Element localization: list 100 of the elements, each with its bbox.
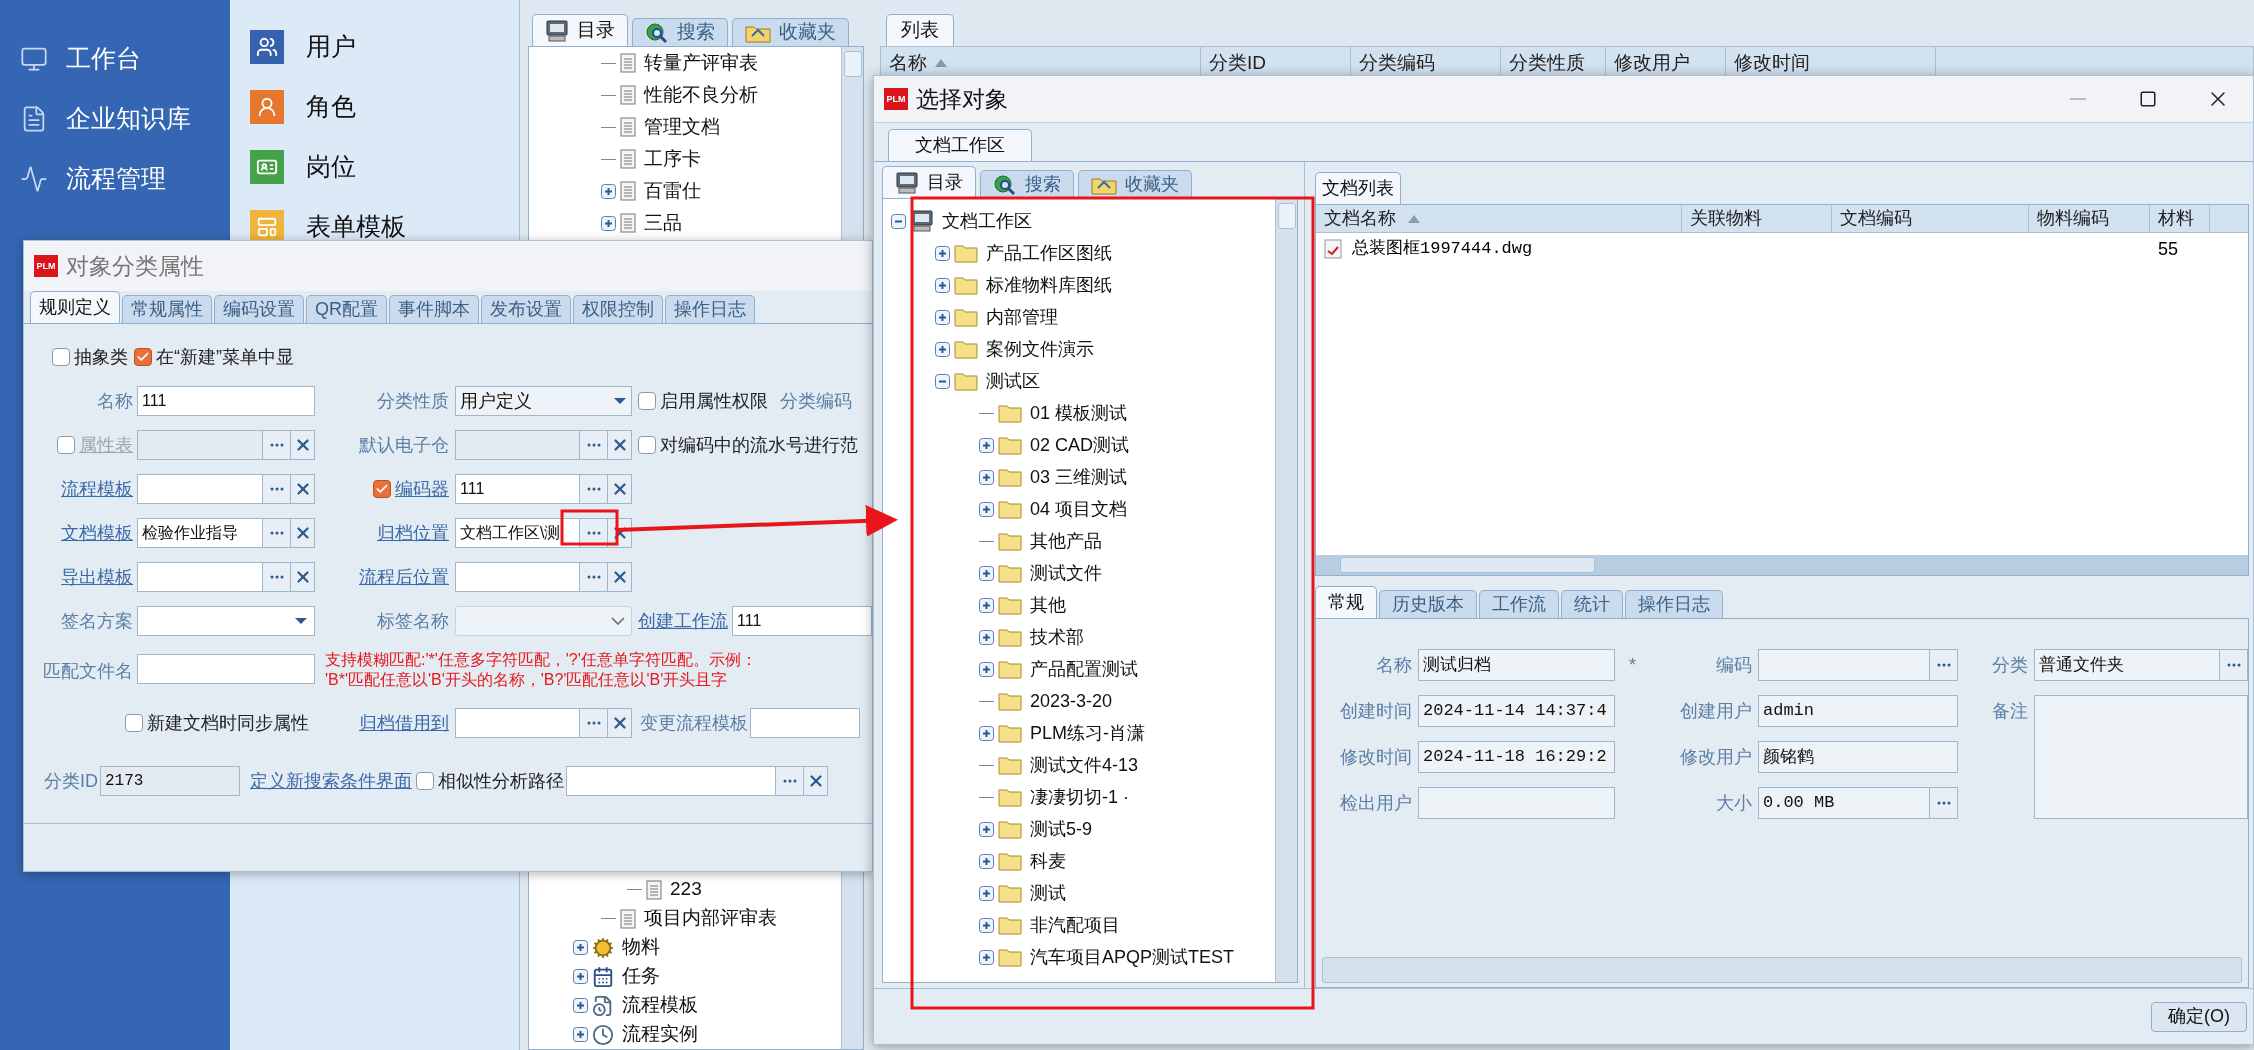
input-field[interactable]: [137, 474, 263, 504]
sidebar-item[interactable]: 企业知识库: [66, 100, 191, 138]
link[interactable]: 创建工作流: [638, 610, 728, 631]
tree-node-label[interactable]: 测试5-9: [1030, 815, 1092, 843]
expand-icon[interactable]: [979, 917, 994, 933]
tree-node-label[interactable]: 三品: [644, 208, 682, 238]
tab[interactable]: 目录: [882, 166, 976, 198]
tree-node-label[interactable]: 非汽配项目: [1030, 911, 1120, 939]
scrollbar[interactable]: [1322, 957, 2242, 983]
expand-icon[interactable]: [979, 853, 994, 869]
tab[interactable]: 文档工作区: [888, 129, 1032, 161]
checkbox[interactable]: [134, 348, 152, 366]
browse-button[interactable]: [580, 518, 608, 548]
tree-node-label[interactable]: 测试区: [986, 367, 1040, 395]
input-field[interactable]: [1758, 649, 1930, 681]
expand-icon[interactable]: [979, 949, 994, 965]
tree-node-label[interactable]: 产品配置测试: [1030, 655, 1138, 683]
input-field[interactable]: 2024-11-18 16:29:2: [1418, 741, 1615, 773]
expand-icon[interactable]: [601, 215, 616, 231]
tab[interactable]: 收藏夹: [732, 18, 849, 46]
expand-icon[interactable]: [935, 245, 950, 261]
menu-item[interactable]: 角色: [306, 88, 356, 126]
tree-node-label[interactable]: 任务: [622, 962, 660, 991]
tab[interactable]: 常规: [1315, 586, 1377, 618]
input-field[interactable]: 0.00 MB: [1758, 787, 1930, 819]
tab[interactable]: 搜索: [632, 18, 728, 46]
tree-node-label[interactable]: 百雷仕: [644, 176, 701, 206]
tab[interactable]: 目录: [532, 14, 628, 46]
menu-item[interactable]: 用户: [306, 28, 356, 66]
tab[interactable]: 历史版本: [1379, 590, 1477, 618]
tree-node-label[interactable]: 物料: [622, 933, 660, 962]
tab[interactable]: 文档列表: [1315, 172, 1401, 204]
clear-button[interactable]: [804, 766, 828, 796]
checkbox[interactable]: [125, 714, 143, 732]
tab[interactable]: 权限控制: [573, 295, 663, 323]
input-field[interactable]: [1418, 787, 1615, 819]
tab[interactable]: QR配置: [306, 295, 387, 323]
tree-node-label[interactable]: 04 项目文档: [1030, 495, 1128, 523]
checkbox[interactable]: [373, 480, 391, 498]
tree-node-label[interactable]: 工序卡: [644, 144, 701, 174]
input-field[interactable]: 测试归档: [1418, 649, 1615, 681]
tree-node-label[interactable]: 02 CAD测试: [1030, 431, 1130, 459]
tree-node-label[interactable]: 性能不良分析: [644, 80, 758, 110]
column-header[interactable]: 材料: [2150, 205, 2210, 232]
input-field[interactable]: 2024-11-14 14:37:4: [1418, 695, 1615, 727]
tab[interactable]: 发布设置: [481, 295, 571, 323]
tree-node-label[interactable]: 测试文件: [1030, 559, 1102, 587]
tab[interactable]: 搜索: [980, 170, 1074, 198]
expand-icon[interactable]: [601, 183, 616, 199]
link[interactable]: 归档位置: [377, 519, 449, 547]
tree-node-label[interactable]: 产品工作区图纸: [986, 239, 1112, 267]
sidebar-item[interactable]: 工作台: [66, 40, 141, 78]
expand-icon[interactable]: [979, 821, 994, 837]
tree-node-label[interactable]: 内部管理: [986, 303, 1058, 331]
input-field[interactable]: [455, 430, 580, 460]
scrollbar[interactable]: [1275, 199, 1297, 982]
tree-node-label[interactable]: 项目内部评审表: [644, 904, 777, 933]
tree-node-label[interactable]: PLM练习-肖潇: [1030, 719, 1145, 747]
dropdown[interactable]: [137, 606, 315, 636]
tree-node-label[interactable]: 管理文档: [644, 112, 720, 142]
column-header[interactable]: 文档编码: [1832, 205, 2029, 232]
tree-node-label[interactable]: 03 三维测试: [1030, 463, 1128, 491]
tab[interactable]: 规则定义: [30, 291, 120, 323]
input-field[interactable]: [137, 430, 263, 460]
tab[interactable]: 列表: [886, 14, 954, 46]
clear-button[interactable]: [608, 562, 632, 592]
input-field[interactable]: [137, 562, 263, 592]
expand-icon[interactable]: [979, 629, 994, 645]
tree-node-label[interactable]: 汽车项目APQP测试TEST: [1030, 943, 1235, 971]
input-field[interactable]: 检验作业指导: [137, 518, 263, 548]
input-field[interactable]: 111: [137, 386, 315, 416]
clear-button[interactable]: [291, 562, 315, 592]
clear-button[interactable]: [291, 474, 315, 504]
column-header[interactable]: 关联物料: [1682, 205, 1832, 232]
column-header[interactable]: 文档名称: [1316, 205, 1682, 232]
expand-icon[interactable]: [979, 597, 994, 613]
checkbox[interactable]: [638, 392, 656, 410]
clear-button[interactable]: [608, 708, 632, 738]
tree-node-label[interactable]: 其他: [1030, 591, 1066, 619]
expand-icon[interactable]: [573, 940, 588, 955]
tree-node-label[interactable]: 流程模板: [622, 991, 698, 1020]
input-field[interactable]: [750, 708, 860, 738]
tab[interactable]: 操作日志: [1625, 590, 1723, 618]
expand-icon[interactable]: [979, 725, 994, 741]
column-header[interactable]: 物料编码: [2029, 205, 2150, 232]
tree-node-label[interactable]: 流程实例: [622, 1020, 698, 1049]
link[interactable]: 编码器: [395, 475, 449, 503]
tree-node-label[interactable]: 转量产评审表: [644, 48, 758, 78]
tree-node-label[interactable]: 2023-3-20: [1030, 687, 1113, 715]
clear-button[interactable]: [291, 518, 315, 548]
expand-icon[interactable]: [979, 661, 994, 677]
input-field[interactable]: 颜铭鹤: [1758, 741, 1958, 773]
expand-icon[interactable]: [979, 469, 994, 485]
tree-node-label[interactable]: 案例文件演示: [986, 335, 1094, 363]
expand-icon[interactable]: [979, 437, 994, 453]
input-field[interactable]: 普通文件夹: [2034, 649, 2220, 681]
expand-icon[interactable]: [979, 885, 994, 901]
link[interactable]: 文档模板: [61, 519, 133, 547]
expand-icon[interactable]: [935, 341, 950, 357]
expand-icon[interactable]: [979, 501, 994, 517]
